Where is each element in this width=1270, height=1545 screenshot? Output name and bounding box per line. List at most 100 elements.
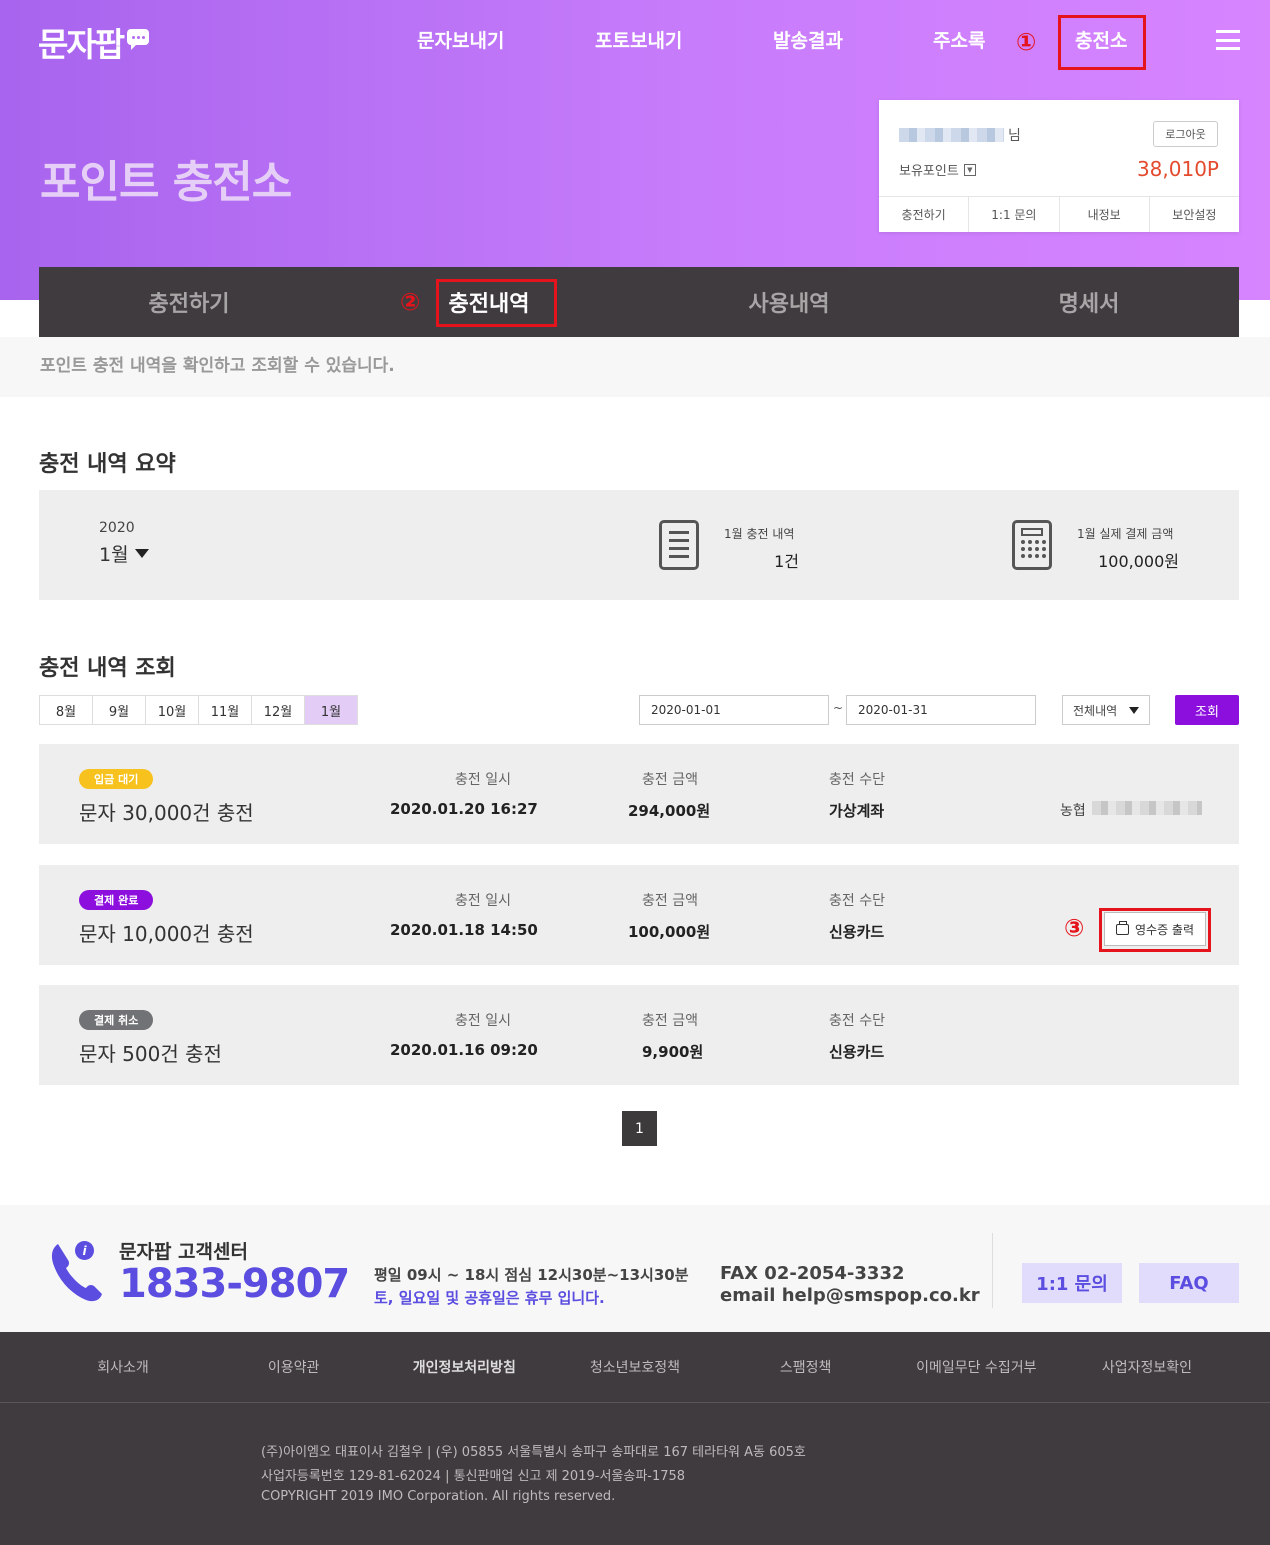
account-link-myinfo[interactable]: 내정보	[1058, 197, 1149, 232]
footer-links: 회사소개 이용약관 개인정보처리방침 청소년보호정책 스팸정책 이메일무단 수집…	[38, 1332, 1232, 1402]
logo-text: 문자팝	[38, 25, 125, 64]
record-method: 가상계좌	[829, 802, 885, 820]
footer-link-email-refusal[interactable]: 이메일무단 수집거부	[891, 1357, 1061, 1377]
customer-center: i 문자팝 고객센터 1833-9807 평일 09시 ~ 18시 점심 12시…	[0, 1205, 1270, 1332]
summary-panel: 2020 1월 1월 충전 내역 1건 1월 실제 결제 금액 100,000원	[39, 490, 1239, 600]
calculator-icon	[1012, 520, 1052, 570]
tab-description-bar: 포인트 충전 내역을 확인하고 조회할 수 있습니다.	[0, 337, 1270, 397]
annotation-3: ③	[1064, 914, 1085, 942]
count-value: 1건	[774, 552, 799, 571]
caret-down-icon	[1129, 706, 1139, 714]
inquiry-button[interactable]: 1:1 문의	[1022, 1263, 1122, 1303]
footer-divider	[0, 1402, 1270, 1403]
amount-label: 1월 실제 결제 금액	[1077, 527, 1174, 541]
account-card: 님 로그아웃 보유포인트 ▼ 38,010P 충전하기 1:1 문의 내정보 보…	[879, 100, 1239, 232]
record-title: 문자 500건 충전	[79, 1042, 222, 1066]
cs-title: 문자팝 고객센터	[119, 1241, 248, 1263]
tab-usage-history[interactable]: 사용내역	[639, 267, 939, 337]
record-date: 2020.01.20 16:27	[390, 800, 538, 818]
record-date: 2020.01.16 09:20	[390, 1041, 538, 1059]
cs-holiday: 토, 일요일 및 공휴일은 휴무 입니다.	[374, 1289, 605, 1307]
hamburger-menu-icon[interactable]	[1216, 30, 1240, 50]
divider	[992, 1233, 993, 1308]
footer-registration: 사업자등록번호 129-81-62024 | 통신판매업 신고 제 2019-서…	[261, 1469, 686, 1484]
method-label: 충전 수단	[829, 1013, 885, 1029]
date-label: 충전 일시	[455, 893, 511, 909]
amount-label: 충전 금액	[642, 893, 698, 909]
lookup-heading: 충전 내역 조회	[39, 656, 176, 681]
date-label: 충전 일시	[455, 1013, 511, 1029]
amount-label: 충전 금액	[642, 1013, 698, 1029]
charge-record: 입금 대기 문자 30,000건 충전 충전 일시 2020.01.20 16:…	[39, 744, 1239, 844]
tab-description: 포인트 충전 내역을 확인하고 조회할 수 있습니다.	[40, 356, 395, 376]
username-suffix: 님	[1008, 128, 1021, 144]
highlight-box-3	[1099, 908, 1211, 952]
account-link-security[interactable]: 보안설정	[1148, 197, 1239, 232]
faq-button[interactable]: FAQ	[1139, 1263, 1239, 1303]
cs-email: email help@smspop.co.kr	[720, 1285, 980, 1306]
footer-address: (주)아이엠오 대표이사 김철우 | (우) 05855 서울특별시 송파구 송…	[261, 1445, 806, 1460]
charge-record: 결제 완료 문자 10,000건 충전 충전 일시 2020.01.18 14:…	[39, 865, 1239, 965]
annotation-1: ①	[1016, 28, 1037, 56]
count-label: 1월 충전 내역	[724, 527, 795, 541]
status-badge: 입금 대기	[79, 769, 154, 789]
summary-year: 2020	[99, 520, 135, 536]
account-link-charge[interactable]: 충전하기	[879, 197, 968, 232]
footer-link-terms[interactable]: 이용약관	[209, 1357, 379, 1377]
end-date-input[interactable]: 2020-01-31	[846, 695, 1036, 725]
chat-bubble-icon	[127, 29, 150, 50]
method-label: 충전 수단	[829, 893, 885, 909]
nav-address-book[interactable]: 주소록	[933, 26, 985, 53]
method-label: 충전 수단	[829, 772, 885, 788]
record-amount: 9,900원	[642, 1043, 704, 1061]
highlight-box-1	[1058, 15, 1146, 70]
record-method: 신용카드	[829, 1043, 885, 1061]
record-amount: 100,000원	[628, 923, 711, 941]
footer-link-spam[interactable]: 스팸정책	[721, 1357, 891, 1377]
tab-bar: 충전하기 충전내역 사용내역 명세서	[39, 267, 1239, 337]
date-label: 충전 일시	[455, 772, 511, 788]
amount-label: 충전 금액	[642, 772, 698, 788]
account-link-inquiry[interactable]: 1:1 문의	[968, 197, 1058, 232]
footer-link-business-info[interactable]: 사업자정보확인	[1062, 1357, 1232, 1377]
charge-record: 결제 취소 문자 500건 충전 충전 일시 2020.01.16 09:20 …	[39, 985, 1239, 1085]
month-button-selected[interactable]: 1월	[304, 695, 358, 725]
highlight-box-2	[436, 279, 557, 327]
month-button[interactable]: 10월	[145, 695, 199, 725]
pagination-page-current[interactable]: 1	[622, 1111, 657, 1146]
points-value: 38,010P	[1136, 157, 1219, 181]
cs-phone: 1833-9807	[119, 1261, 350, 1307]
month-button[interactable]: 12월	[251, 695, 305, 725]
cs-fax: FAX 02-2054-3332	[720, 1263, 905, 1284]
month-button[interactable]: 9월	[92, 695, 146, 725]
search-button[interactable]: 조회	[1175, 695, 1239, 725]
summary-heading: 충전 내역 요약	[39, 452, 176, 477]
record-amount: 294,000원	[628, 802, 711, 820]
nav-send-photo[interactable]: 포토보내기	[595, 26, 682, 53]
month-button[interactable]: 11월	[198, 695, 252, 725]
footer-link-privacy[interactable]: 개인정보처리방침	[379, 1357, 549, 1377]
logout-button[interactable]: 로그아웃	[1153, 121, 1218, 147]
nav-send-result[interactable]: 발송결과	[773, 26, 843, 53]
tab-statement[interactable]: 명세서	[939, 267, 1239, 337]
month-filter: 8월 9월 10월 11월 12월 1월	[39, 695, 358, 725]
dropdown-icon[interactable]: ▼	[963, 163, 976, 176]
annotation-2: ②	[400, 288, 421, 316]
caret-down-icon	[134, 549, 149, 558]
nav-send-text[interactable]: 문자보내기	[417, 26, 504, 53]
record-method: 신용카드	[829, 923, 885, 941]
footer-copyright: COPYRIGHT 2019 IMO Corporation. All righ…	[261, 1489, 616, 1504]
tab-charge[interactable]: 충전하기	[39, 267, 339, 337]
blurred-account-number	[1092, 801, 1202, 815]
start-date-input[interactable]: 2020-01-01	[639, 695, 829, 725]
points-label[interactable]: 보유포인트 ▼	[899, 160, 976, 179]
status-badge: 결제 완료	[79, 890, 154, 910]
month-selector[interactable]: 1월	[99, 540, 149, 567]
footer-link-youth[interactable]: 청소년보호정책	[550, 1357, 720, 1377]
footer-link-about[interactable]: 회사소개	[38, 1357, 208, 1377]
history-type-select[interactable]: 전체내역	[1062, 695, 1150, 725]
logo[interactable]: 문자팝	[38, 20, 150, 64]
account-links: 충전하기 1:1 문의 내정보 보안설정	[879, 196, 1239, 232]
footer: 회사소개 이용약관 개인정보처리방침 청소년보호정책 스팸정책 이메일무단 수집…	[0, 1332, 1270, 1545]
month-button[interactable]: 8월	[39, 695, 93, 725]
